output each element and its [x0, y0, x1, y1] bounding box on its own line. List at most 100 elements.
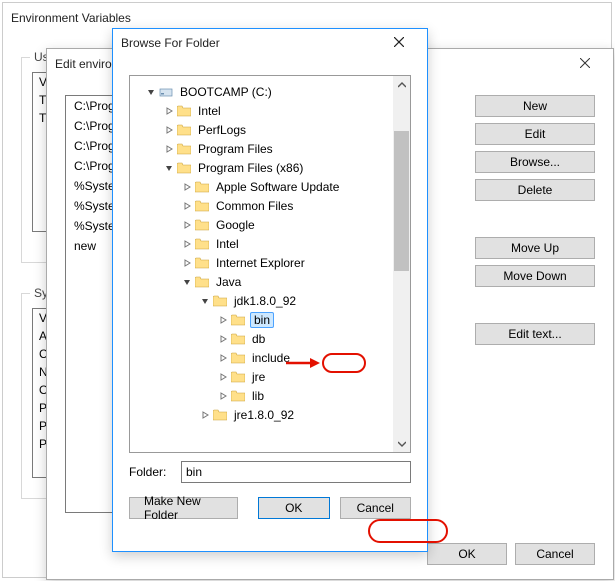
delete-button[interactable]: Delete	[475, 179, 595, 201]
scrollbar-thumb[interactable]	[394, 131, 409, 271]
tree-node[interactable]: db	[134, 329, 406, 348]
expand-icon[interactable]	[180, 183, 194, 191]
browse-close-button[interactable]	[379, 32, 419, 54]
edit-cancel-button[interactable]: Cancel	[515, 543, 595, 565]
edit-text-button[interactable]: Edit text...	[475, 323, 595, 345]
tree-node[interactable]: Apple Software Update	[134, 177, 406, 196]
tree-node-label: Internet Explorer	[214, 256, 307, 270]
expand-icon[interactable]	[162, 126, 176, 134]
tree-node-label: include	[250, 351, 292, 365]
tree-node-label: bin	[250, 312, 274, 328]
expand-icon[interactable]	[216, 335, 230, 343]
tree-node[interactable]: PerfLogs	[134, 120, 406, 139]
expand-collapse-icon[interactable]	[144, 88, 158, 96]
drive-icon	[158, 85, 174, 99]
expand-icon[interactable]	[162, 107, 176, 115]
folder-icon	[176, 104, 192, 118]
tree-node-label: PerfLogs	[196, 123, 248, 137]
tree-node[interactable]: Program Files	[134, 139, 406, 158]
tree-node-label: jdk1.8.0_92	[232, 294, 298, 308]
folder-icon	[176, 123, 192, 137]
expand-icon[interactable]	[216, 392, 230, 400]
vertical-scrollbar[interactable]	[393, 76, 410, 452]
tree-node-label: jre1.8.0_92	[232, 408, 296, 422]
tree-node[interactable]: Program Files (x86)	[134, 158, 406, 177]
browse-title: Browse For Folder	[121, 36, 379, 50]
new-button[interactable]: New	[475, 95, 595, 117]
tree-node[interactable]: Internet Explorer	[134, 253, 406, 272]
tree-node-label: Program Files (x86)	[196, 161, 305, 175]
folder-icon	[212, 294, 228, 308]
tree-node[interactable]: jre1.8.0_92	[134, 405, 406, 424]
expand-icon[interactable]	[162, 145, 176, 153]
tree-node[interactable]: jre	[134, 367, 406, 386]
tree-node[interactable]: Intel	[134, 101, 406, 120]
edit-ok-button[interactable]: OK	[427, 543, 507, 565]
folder-icon	[194, 275, 210, 289]
expand-icon[interactable]	[216, 373, 230, 381]
expand-icon[interactable]	[180, 259, 194, 267]
folder-icon	[194, 256, 210, 270]
tree-node-label: BOOTCAMP (C:)	[178, 85, 274, 99]
tree-node-label: Java	[214, 275, 243, 289]
tree-node-label: jre	[250, 370, 267, 384]
chevron-up-icon	[398, 82, 406, 88]
chevron-down-icon	[398, 441, 406, 447]
close-icon	[394, 36, 404, 50]
tree-node[interactable]: jdk1.8.0_92	[134, 291, 406, 310]
tree-node-label: Program Files	[196, 142, 275, 156]
folder-icon	[176, 161, 192, 175]
folder-icon	[194, 199, 210, 213]
folder-icon	[194, 237, 210, 251]
move-up-button[interactable]: Move Up	[475, 237, 595, 259]
expand-collapse-icon[interactable]	[162, 164, 176, 172]
folder-icon	[176, 142, 192, 156]
tree-node[interactable]: Common Files	[134, 196, 406, 215]
expand-icon[interactable]	[198, 411, 212, 419]
scrollbar-track[interactable]	[393, 93, 410, 435]
tree-node[interactable]: Google	[134, 215, 406, 234]
folder-icon	[230, 313, 246, 327]
edit-button[interactable]: Edit	[475, 123, 595, 145]
tree-node[interactable]: BOOTCAMP (C:)	[134, 82, 406, 101]
tree-node-label: Common Files	[214, 199, 295, 213]
expand-icon[interactable]	[180, 202, 194, 210]
browse-button[interactable]: Browse...	[475, 151, 595, 173]
browse-for-folder-dialog: Browse For Folder BOOTCAMP (C:) Intel Perf…	[112, 28, 428, 552]
tree-node-label: Intel	[196, 104, 223, 118]
browse-ok-button[interactable]: OK	[258, 497, 329, 519]
scroll-down-button[interactable]	[393, 435, 410, 452]
make-new-folder-button[interactable]: Make New Folder	[129, 497, 238, 519]
edit-side-buttons: New Edit Browse... Delete Move Up Move D…	[475, 95, 595, 345]
tree-node[interactable]: Java	[134, 272, 406, 291]
folder-icon	[230, 389, 246, 403]
browse-cancel-button[interactable]: Cancel	[340, 497, 411, 519]
folder-icon	[230, 332, 246, 346]
expand-collapse-icon[interactable]	[180, 278, 194, 286]
browse-titlebar: Browse For Folder	[113, 29, 427, 57]
env-title: Environment Variables	[11, 11, 603, 25]
folder-icon	[230, 370, 246, 384]
edit-close-button[interactable]	[565, 53, 605, 75]
tree-node[interactable]: Intel	[134, 234, 406, 253]
folder-icon	[194, 180, 210, 194]
expand-icon[interactable]	[180, 240, 194, 248]
tree-node[interactable]: bin	[134, 310, 406, 329]
scroll-up-button[interactable]	[393, 76, 410, 93]
tree-node-label: Apple Software Update	[214, 180, 341, 194]
tree-node-label: lib	[250, 389, 266, 403]
expand-icon[interactable]	[180, 221, 194, 229]
expand-icon[interactable]	[216, 316, 230, 324]
move-down-button[interactable]: Move Down	[475, 265, 595, 287]
edit-bottom-buttons: OK Cancel	[427, 543, 595, 565]
folder-tree[interactable]: BOOTCAMP (C:) Intel PerfLogs Program Files P…	[129, 75, 411, 453]
expand-collapse-icon[interactable]	[198, 297, 212, 305]
tree-node[interactable]: lib	[134, 386, 406, 405]
tree-node-label: db	[250, 332, 267, 346]
folder-field: Folder:	[129, 461, 411, 483]
expand-icon[interactable]	[216, 354, 230, 362]
browse-buttons: Make New Folder OK Cancel	[129, 497, 411, 519]
tree-node[interactable]: include	[134, 348, 406, 367]
tree-node-label: Intel	[214, 237, 241, 251]
folder-input[interactable]	[181, 461, 411, 483]
